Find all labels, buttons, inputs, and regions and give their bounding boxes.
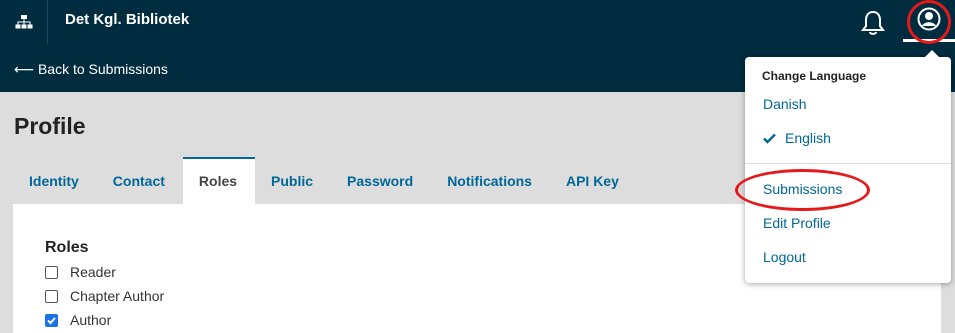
role-chapter-author[interactable]: Chapter Author — [45, 288, 164, 304]
tab-contact[interactable]: Contact — [97, 157, 183, 204]
language-english[interactable]: English — [763, 130, 831, 146]
language-label: English — [785, 130, 831, 146]
author-checkbox[interactable] — [45, 313, 58, 327]
profile-tabs: Identity Contact Roles Public Password N… — [13, 157, 637, 204]
change-language-heading: Change Language — [762, 69, 867, 83]
checkmark-icon — [763, 133, 776, 144]
reader-checkbox[interactable] — [45, 265, 58, 279]
role-reader[interactable]: Reader — [45, 264, 116, 280]
menu-divider — [745, 163, 951, 164]
role-label: Chapter Author — [70, 288, 165, 304]
checkmark-icon — [47, 316, 56, 324]
page-title: Profile — [14, 113, 86, 139]
tab-public[interactable]: Public — [255, 157, 331, 204]
tab-password[interactable]: Password — [331, 157, 431, 204]
language-danish[interactable]: Danish — [763, 96, 807, 112]
menu-item-logout[interactable]: Logout — [763, 249, 806, 265]
chapter-author-checkbox[interactable] — [45, 289, 58, 303]
top-header: Det Kgl. Bibliotek — [0, 0, 955, 44]
tab-api-key[interactable]: API Key — [550, 157, 637, 204]
role-label: Reader — [70, 264, 116, 280]
menu-item-edit-profile[interactable]: Edit Profile — [763, 215, 831, 231]
role-label: Author — [70, 312, 112, 328]
bell-icon[interactable] — [858, 8, 888, 38]
sitemap-icon[interactable] — [0, 0, 48, 44]
dropdown-caret — [925, 50, 939, 57]
role-author[interactable]: Author — [45, 312, 111, 328]
annotation-circle-submissions — [735, 169, 870, 211]
back-to-submissions-link[interactable]: ⟵ Back to Submissions — [14, 61, 168, 78]
tab-roles[interactable]: Roles — [182, 157, 256, 204]
roles-heading: Roles — [45, 239, 89, 256]
site-name[interactable]: Det Kgl. Bibliotek — [65, 11, 189, 28]
annotation-circle-user — [907, 0, 951, 44]
tab-identity[interactable]: Identity — [13, 157, 97, 204]
tab-notifications[interactable]: Notifications — [431, 157, 550, 204]
